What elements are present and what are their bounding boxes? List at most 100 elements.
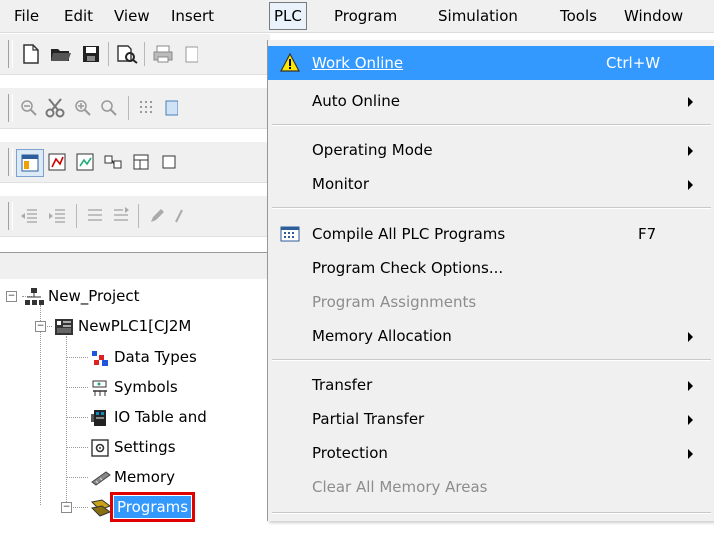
toolbar-edit — [0, 88, 270, 129]
watch-window-icon[interactable] — [72, 149, 98, 175]
toolbar-button-cut-off-icon[interactable] — [158, 95, 184, 121]
tree-connector — [66, 477, 88, 478]
search-icon[interactable] — [96, 95, 122, 121]
menu-item-memory-allocation[interactable]: Memory Allocation — [268, 319, 714, 353]
menu-item-partial-transfer[interactable]: Partial Transfer — [268, 402, 714, 436]
menu-edit[interactable]: Edit — [60, 0, 97, 32]
tree-item-label: New_Project — [48, 287, 140, 305]
tree-item-settings[interactable]: Settings — [90, 432, 176, 462]
toolbar-grip[interactable] — [8, 148, 13, 176]
menu-bar: File Edit View Insert PLC Program Simula… — [0, 0, 714, 33]
menu-item-label: Auto Online — [312, 92, 400, 110]
cut-icon[interactable] — [42, 95, 68, 121]
output-window-icon[interactable] — [44, 149, 70, 175]
tree-item-label: Settings — [114, 438, 176, 456]
menu-separator — [272, 359, 711, 361]
compile-icon — [280, 224, 300, 244]
plc-icon — [54, 317, 74, 337]
menu-plc[interactable]: PLC — [269, 2, 307, 30]
menu-item-program-check-options[interactable]: Program Check Options... — [268, 251, 714, 285]
zoom-out-icon[interactable] — [16, 95, 42, 121]
tree-item-symbols[interactable]: Symbols — [90, 372, 178, 402]
submenu-arrow-icon — [688, 180, 693, 190]
tree-item-label: Data Types — [114, 348, 197, 366]
menu-item-operating-mode[interactable]: Operating Mode — [268, 133, 714, 167]
menu-window[interactable]: Window — [620, 0, 687, 32]
menu-item-protection[interactable]: Protection — [268, 436, 714, 470]
print-icon[interactable] — [150, 41, 176, 67]
grid-icon[interactable] — [134, 95, 160, 121]
submenu-arrow-icon — [688, 332, 693, 342]
toolbar-separator — [108, 42, 109, 66]
tree-item-project[interactable]: New_Project — [24, 281, 140, 311]
tree-item-plc[interactable]: NewPLC1[CJ2M — [54, 311, 191, 341]
menu-item-label: Compile All PLC Programs — [312, 225, 506, 243]
menu-item-monitor[interactable]: Monitor — [268, 167, 714, 201]
tree-item-label: Symbols — [114, 378, 178, 396]
collapse-toggle[interactable]: − — [6, 291, 17, 302]
open-folder-icon[interactable] — [48, 41, 74, 67]
toolbar-grip[interactable] — [8, 202, 13, 230]
project-workspace-icon[interactable] — [16, 149, 44, 177]
data-types-icon — [90, 348, 110, 368]
menu-item-program-assignments[interactable]: Program Assignments — [268, 285, 714, 319]
tree-item-label-selected: Programs — [109, 492, 196, 522]
plc-dropdown-menu: Work Online Ctrl+W Auto Online Operating… — [267, 40, 714, 521]
tree-item-data-types[interactable]: Data Types — [90, 342, 197, 372]
toolbar-standard — [0, 34, 270, 75]
menu-separator — [272, 512, 711, 514]
submenu-arrow-icon — [688, 381, 693, 391]
tree-item-memory[interactable]: Memory — [90, 462, 175, 492]
network-icon — [24, 287, 44, 307]
menu-item-label: Program Check Options... — [312, 259, 504, 277]
increase-indent-icon[interactable] — [44, 203, 70, 229]
toolbar-view — [0, 142, 270, 183]
print-preview-icon[interactable] — [114, 41, 140, 67]
save-icon[interactable] — [78, 41, 104, 67]
menu-item-label: Partial Transfer — [312, 410, 425, 428]
menu-file[interactable]: File — [10, 0, 43, 32]
submenu-arrow-icon — [688, 97, 693, 107]
toolbar-button-cut-off-icon[interactable] — [166, 203, 192, 229]
address-reference-icon[interactable] — [100, 149, 126, 175]
io-table-icon — [90, 408, 110, 428]
uncomment-lines-icon[interactable] — [108, 203, 134, 229]
menu-view[interactable]: View — [110, 0, 154, 32]
menu-item-shortcut: F7 — [638, 225, 657, 243]
collapse-toggle[interactable]: − — [35, 321, 46, 332]
new-file-icon[interactable] — [18, 41, 44, 67]
menu-item-label: Clear All Memory Areas — [312, 478, 488, 496]
toolbar-ladder — [0, 196, 270, 237]
menu-program[interactable]: Program — [330, 0, 401, 32]
menu-item-transfer[interactable]: Transfer — [268, 368, 714, 402]
toolbar-button-cut-off-icon[interactable] — [156, 149, 182, 175]
decrease-indent-icon[interactable] — [16, 203, 42, 229]
toolbar-grip[interactable] — [8, 40, 13, 68]
tree-item-label: IO Table and — [114, 408, 207, 426]
menu-item-label: Operating Mode — [312, 141, 433, 159]
project-panel-titlebar — [0, 252, 270, 280]
settings-icon — [90, 438, 110, 458]
toolbar-separator — [138, 204, 139, 228]
toolbar-grip[interactable] — [8, 94, 13, 122]
menu-simulation[interactable]: Simulation — [434, 0, 522, 32]
comment-lines-icon[interactable] — [82, 203, 108, 229]
menu-item-label: Protection — [312, 444, 388, 462]
tree-connector — [66, 357, 88, 358]
tree-item-io-table[interactable]: IO Table and — [90, 402, 207, 432]
menu-item-compile-all[interactable]: Compile All PLC Programs F7 — [268, 217, 714, 251]
collapse-toggle[interactable]: − — [61, 502, 72, 513]
menu-item-shortcut: Ctrl+W — [606, 54, 661, 72]
menu-item-work-online[interactable]: Work Online Ctrl+W — [268, 46, 714, 80]
menu-insert[interactable]: Insert — [167, 0, 218, 32]
tree-item-programs[interactable]: Programs — [90, 492, 196, 522]
tree-connector — [66, 447, 88, 448]
symbols-icon — [90, 378, 110, 398]
programs-icon — [90, 498, 112, 518]
menu-item-clear-all-memory[interactable]: Clear All Memory Areas — [268, 470, 714, 504]
properties-window-icon[interactable] — [128, 149, 154, 175]
zoom-in-icon[interactable] — [70, 95, 96, 121]
toolbar-button-cut-off-icon[interactable] — [178, 41, 204, 67]
menu-item-auto-online[interactable]: Auto Online — [268, 84, 714, 118]
menu-tools[interactable]: Tools — [556, 0, 601, 32]
